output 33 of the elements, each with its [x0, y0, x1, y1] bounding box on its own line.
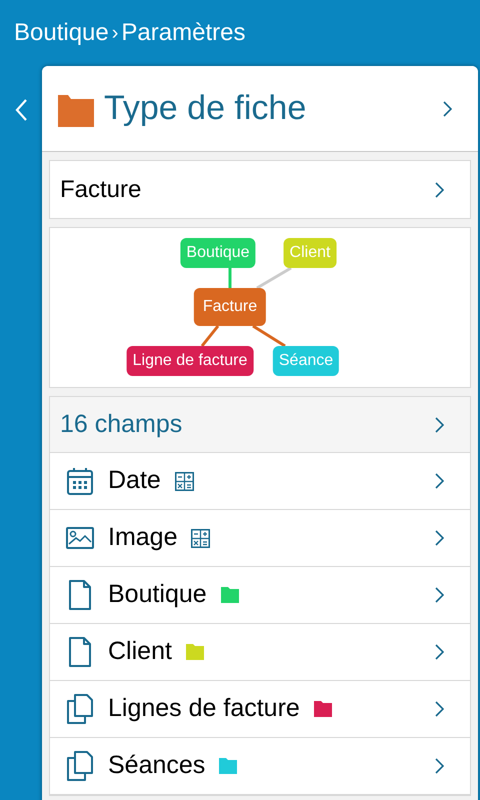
breadcrumb-item: Paramètres — [121, 18, 246, 48]
chevron-icon — [435, 758, 444, 774]
document-icon — [69, 637, 91, 667]
chevron-icon — [435, 644, 444, 660]
document-icon — [69, 580, 91, 610]
chevron-icon — [435, 587, 444, 603]
chevron-icon — [435, 473, 444, 489]
field-label: Client — [108, 636, 172, 668]
documents-icon — [67, 694, 93, 724]
type-header[interactable]: Type de fiche — [42, 66, 478, 152]
documents-icon — [67, 751, 93, 781]
chevron-icon — [435, 182, 444, 198]
fields-header[interactable]: 16 champs — [50, 397, 470, 453]
image-icon — [66, 527, 94, 549]
breadcrumb-item[interactable]: Boutique — [14, 15, 109, 51]
field-label: Date — [108, 465, 161, 496]
field-label: Lignes de facture — [108, 693, 300, 724]
back-icon — [15, 99, 27, 121]
fields-count: 16 champs — [60, 408, 182, 440]
diagram-node[interactable]: Ligne de facture — [126, 346, 254, 376]
field-label: Image — [108, 522, 178, 554]
type-title: Type de fiche — [104, 88, 306, 129]
chevron-icon — [435, 701, 444, 717]
diagram-node[interactable]: Facture — [194, 288, 266, 326]
field-label: Séances — [108, 750, 206, 782]
chevron-icon — [435, 530, 444, 546]
field-label: Boutique — [108, 579, 207, 610]
chevron-icon — [435, 416, 444, 432]
calendar-icon — [67, 467, 93, 495]
record-type-label: Facture — [60, 174, 142, 204]
chevron-icon — [443, 100, 452, 116]
record-type-row[interactable]: Facture — [49, 160, 471, 219]
breadcrumb-separator: › — [110, 21, 120, 46]
